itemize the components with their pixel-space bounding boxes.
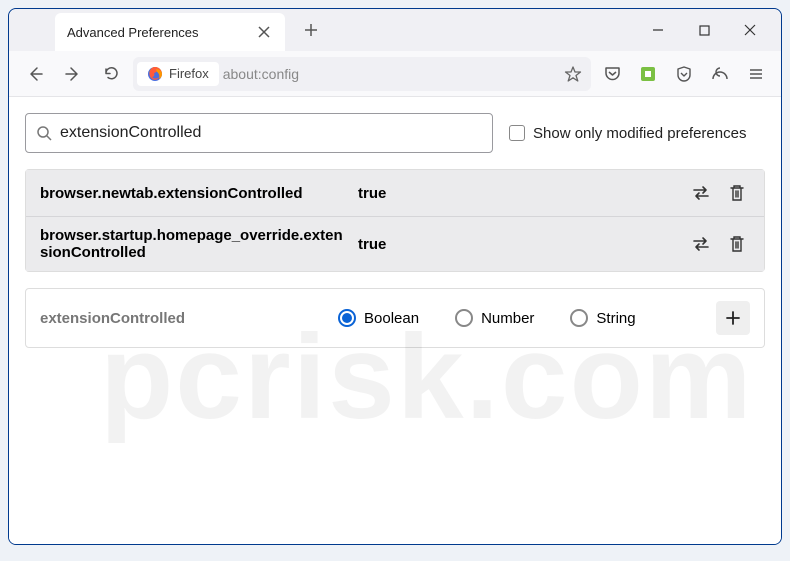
new-pref-row: extensionControlled Boolean Number Strin… <box>25 288 765 348</box>
url-bar[interactable]: Firefox about:config <box>133 57 591 91</box>
account-button[interactable] <box>705 59 735 89</box>
star-icon <box>564 65 582 83</box>
arrow-left-icon <box>26 65 44 83</box>
url-text: about:config <box>223 66 559 82</box>
maximize-button[interactable] <box>681 9 727 51</box>
pref-name: browser.newtab.extensionControlled <box>40 185 350 202</box>
hamburger-icon <box>748 66 764 82</box>
radio-input[interactable] <box>570 309 588 327</box>
firefox-icon <box>147 66 163 82</box>
modified-only-row[interactable]: Show only modified preferences <box>509 125 746 142</box>
back-button[interactable] <box>19 58 51 90</box>
tab-title: Advanced Preferences <box>67 25 199 40</box>
type-radio-group: Boolean Number String <box>338 309 708 327</box>
preferences-table: browser.newtab.extensionControlled true … <box>25 169 765 272</box>
modified-only-checkbox[interactable] <box>509 125 525 141</box>
delete-button[interactable] <box>724 180 750 206</box>
radio-label: Number <box>481 310 534 327</box>
maximize-icon <box>699 25 710 36</box>
close-icon <box>258 26 270 38</box>
toolbar: Firefox about:config <box>9 51 781 97</box>
extension-button[interactable] <box>633 59 663 89</box>
radio-input[interactable] <box>338 309 356 327</box>
close-icon <box>744 24 756 36</box>
toggle-icon <box>691 236 711 252</box>
delete-button[interactable] <box>724 231 750 257</box>
bookmark-button[interactable] <box>559 65 587 83</box>
identity-box[interactable]: Firefox <box>137 62 219 86</box>
search-box[interactable] <box>25 113 493 153</box>
pref-row[interactable]: browser.startup.homepage_override.extens… <box>26 216 764 271</box>
new-pref-name: extensionControlled <box>40 310 330 327</box>
toggle-button[interactable] <box>688 180 714 206</box>
radio-input[interactable] <box>455 309 473 327</box>
modified-only-label: Show only modified preferences <box>533 125 746 142</box>
extension-icon <box>640 66 656 82</box>
minimize-icon <box>652 24 664 36</box>
close-tab-button[interactable] <box>255 23 273 41</box>
pref-row[interactable]: browser.newtab.extensionControlled true <box>26 170 764 216</box>
radio-number[interactable]: Number <box>455 309 534 327</box>
browser-tab[interactable]: Advanced Preferences <box>55 13 285 51</box>
identity-label: Firefox <box>169 66 209 81</box>
radio-boolean[interactable]: Boolean <box>338 309 419 327</box>
reload-icon <box>103 65 120 82</box>
minimize-button[interactable] <box>635 9 681 51</box>
forward-button[interactable] <box>57 58 89 90</box>
radio-string[interactable]: String <box>570 309 635 327</box>
toggle-button[interactable] <box>688 231 714 257</box>
pref-value: true <box>358 236 680 253</box>
plus-icon <box>304 23 318 37</box>
search-icon <box>36 125 52 141</box>
content-area: Show only modified preferences browser.n… <box>9 97 781 544</box>
pref-value: true <box>358 185 680 202</box>
arrow-right-icon <box>64 65 82 83</box>
inbox-icon <box>675 65 693 83</box>
inbox-button[interactable] <box>669 59 699 89</box>
new-tab-button[interactable] <box>297 16 325 44</box>
pref-name: browser.startup.homepage_override.extens… <box>40 227 350 261</box>
plus-icon <box>725 310 741 326</box>
search-input[interactable] <box>60 124 482 142</box>
pocket-button[interactable] <box>597 59 627 89</box>
add-pref-button[interactable] <box>716 301 750 335</box>
reload-button[interactable] <box>95 58 127 90</box>
toggle-icon <box>691 185 711 201</box>
radio-label: Boolean <box>364 310 419 327</box>
trash-icon <box>729 184 745 202</box>
radio-label: String <box>596 310 635 327</box>
menu-button[interactable] <box>741 59 771 89</box>
pocket-icon <box>604 65 621 82</box>
titlebar: Advanced Preferences <box>9 9 781 51</box>
account-icon <box>711 65 729 83</box>
trash-icon <box>729 235 745 253</box>
close-window-button[interactable] <box>727 9 773 51</box>
